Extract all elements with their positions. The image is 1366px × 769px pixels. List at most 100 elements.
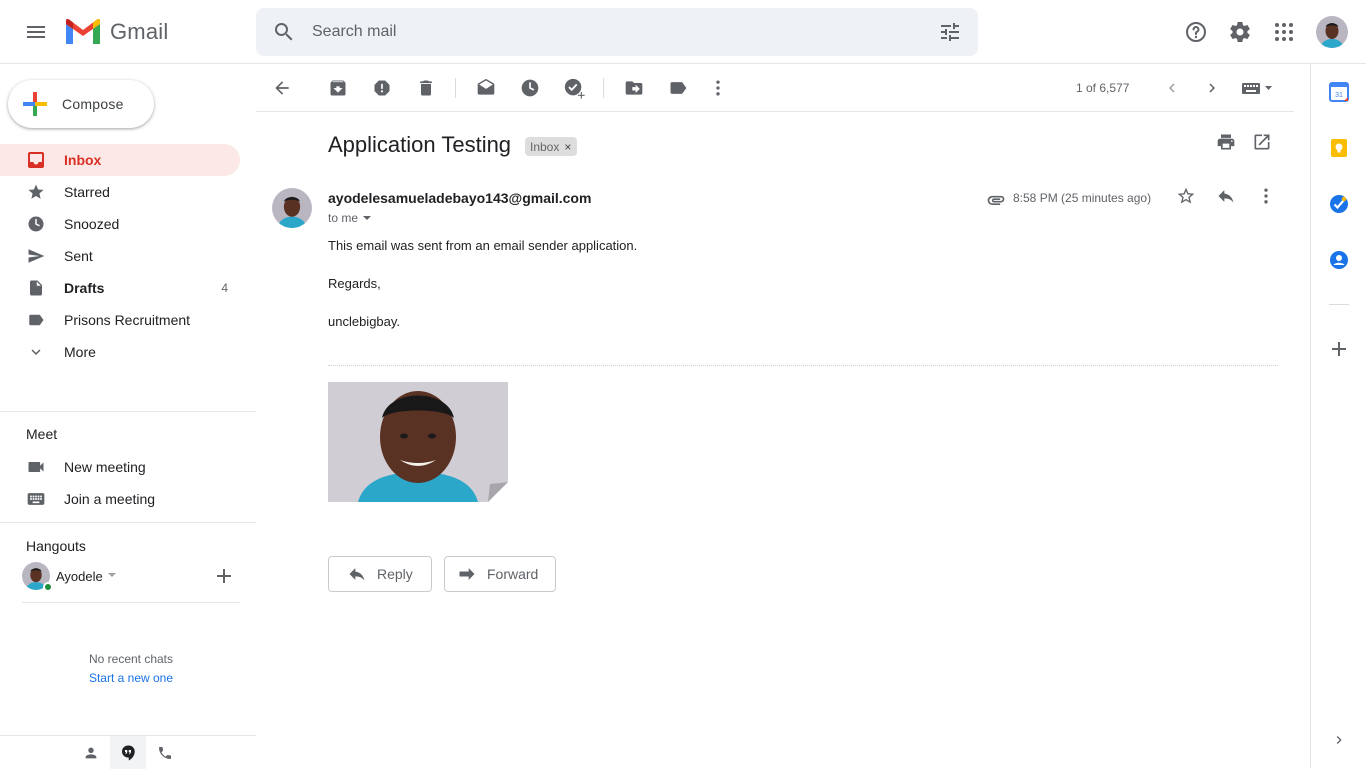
forward-label: Forward: [487, 566, 539, 582]
sidebar-item-more[interactable]: More: [0, 336, 240, 368]
newer-button[interactable]: [1152, 68, 1192, 108]
older-button[interactable]: [1192, 68, 1232, 108]
chats-tab[interactable]: [110, 736, 146, 769]
reply-icon-button[interactable]: [1216, 186, 1236, 206]
tasks-check-icon: [1330, 195, 1348, 213]
image-attachment[interactable]: [328, 382, 508, 502]
star-outline-icon: [1177, 187, 1195, 204]
move-to-folder-icon: [625, 81, 643, 95]
reply-icon: [1218, 190, 1234, 203]
meet-section-title: Meet: [26, 426, 58, 442]
hangouts-user-name: Ayodele: [56, 569, 103, 584]
contacts-tab[interactable]: [73, 736, 109, 769]
forward-button[interactable]: Forward: [444, 556, 556, 592]
more-vert-icon: [716, 80, 720, 96]
add-to-tasks-button[interactable]: [554, 68, 594, 108]
add-icon[interactable]: [216, 568, 232, 584]
apps-grid-icon: [1275, 23, 1293, 41]
help-button[interactable]: [1176, 12, 1216, 52]
hamburger-menu-icon: [27, 26, 45, 38]
show-side-panel-button[interactable]: [1323, 724, 1355, 756]
gear-icon: [1230, 21, 1250, 42]
attachment-icon: [987, 195, 1005, 205]
print-icon: [1217, 134, 1235, 150]
remove-label-icon[interactable]: ×: [564, 140, 571, 154]
online-status-dot: [43, 582, 53, 592]
archive-button[interactable]: [318, 68, 358, 108]
new-meeting-item[interactable]: New meeting: [0, 451, 240, 483]
sidebar-item-snoozed[interactable]: Snoozed: [0, 208, 240, 240]
sidebar-item-label: Snoozed: [64, 216, 120, 232]
sender-email[interactable]: ayodelesamueladebayo143@gmail.com: [328, 190, 591, 206]
compose-button[interactable]: Compose: [8, 80, 154, 128]
chevron-right-icon: [1209, 83, 1215, 93]
sidebar-item-label: Prisons Recruitment: [64, 312, 191, 328]
reply-button[interactable]: Reply: [328, 556, 432, 592]
more-options-button[interactable]: [698, 68, 738, 108]
keep-addon-button[interactable]: [1323, 132, 1355, 164]
message-subject: Application Testing: [328, 132, 512, 157]
sidebar-item-label: More: [64, 344, 96, 360]
clock-icon: [26, 214, 46, 234]
account-avatar[interactable]: [1316, 16, 1348, 48]
back-button[interactable]: [262, 68, 302, 108]
search-input[interactable]: [312, 8, 912, 56]
side-panel: 31: [1310, 64, 1366, 768]
sidebar-item-inbox[interactable]: Inbox: [0, 144, 240, 176]
sidebar-item-sent[interactable]: Sent: [0, 240, 240, 272]
mark-unread-icon: [477, 78, 495, 95]
inbox-label-chip[interactable]: Inbox ×: [525, 137, 578, 156]
contacts-addon-button[interactable]: [1323, 244, 1355, 276]
search-options-icon[interactable]: [938, 20, 962, 44]
recipient-details[interactable]: to me: [328, 211, 372, 225]
message-body-line: This email was sent from an email sender…: [328, 238, 638, 253]
recipient-text: to me: [328, 211, 359, 225]
sidebar-item-drafts[interactable]: Drafts 4: [0, 272, 240, 304]
compose-plus-icon: [23, 92, 47, 116]
side-panel-divider: [1329, 304, 1349, 305]
gmail-m-icon: [66, 19, 100, 44]
arrow-back-icon: [275, 81, 289, 95]
input-tools-button[interactable]: [1232, 68, 1282, 108]
search-icon[interactable]: [272, 20, 296, 44]
main-menu-button[interactable]: [16, 12, 56, 52]
hangouts-divider: [22, 602, 240, 603]
delete-button[interactable]: [406, 68, 446, 108]
calendar-addon-button[interactable]: 31: [1323, 76, 1355, 108]
tasks-addon-button[interactable]: [1323, 188, 1355, 220]
labels-button[interactable]: [658, 68, 698, 108]
start-new-chat-link[interactable]: Start a new one: [0, 671, 262, 685]
phone-icon: [159, 746, 171, 759]
join-meeting-label: Join a meeting: [64, 491, 156, 507]
inbox-icon: [26, 150, 46, 170]
snooze-button[interactable]: [510, 68, 550, 108]
sender-avatar[interactable]: [272, 188, 312, 228]
mark-unread-button[interactable]: [466, 68, 506, 108]
sidebar-item-starred[interactable]: Starred: [0, 176, 240, 208]
get-addons-button[interactable]: [1323, 333, 1355, 365]
caret-down-icon[interactable]: [107, 570, 117, 580]
message-more-button[interactable]: [1256, 186, 1276, 206]
move-to-button[interactable]: [614, 68, 654, 108]
join-meeting-item[interactable]: Join a meeting: [0, 483, 240, 515]
forward-icon: [459, 568, 475, 580]
no-recent-chats-text: No recent chats: [88, 652, 174, 666]
compose-label: Compose: [62, 96, 124, 112]
star-button[interactable]: [1176, 186, 1196, 206]
report-spam-button[interactable]: [362, 68, 402, 108]
print-all-button[interactable]: [1216, 132, 1236, 152]
gmail-logo[interactable]: Gmail: [64, 16, 168, 48]
svg-text:31: 31: [1335, 92, 1343, 99]
settings-button[interactable]: [1220, 12, 1260, 52]
pagination-count: 1 of 6,577: [1076, 81, 1130, 95]
sidebar-item-prisons-recruitment[interactable]: Prisons Recruitment: [0, 304, 240, 336]
open-in-new-window-button[interactable]: [1252, 132, 1272, 152]
help-icon: [1186, 22, 1206, 42]
reply-label: Reply: [377, 566, 413, 582]
user-photo: [1316, 16, 1348, 48]
calls-tab[interactable]: [147, 736, 183, 769]
search-bar[interactable]: [256, 8, 978, 56]
send-icon: [26, 246, 46, 266]
hangouts-user[interactable]: Ayodele: [22, 562, 242, 602]
apps-button[interactable]: [1264, 12, 1304, 52]
